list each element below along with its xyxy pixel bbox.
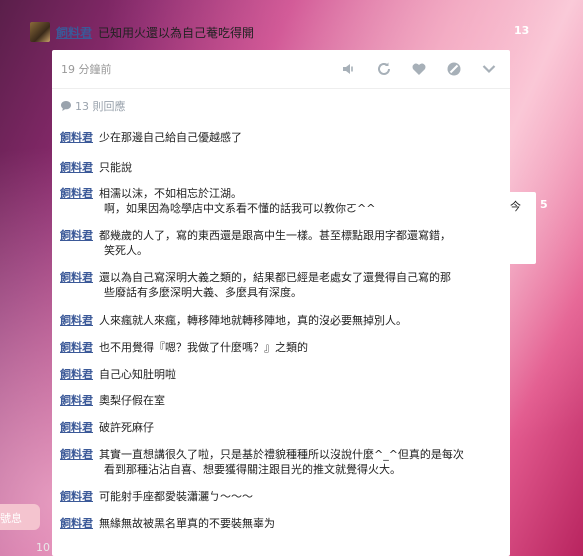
speech-bubble-icon bbox=[61, 101, 71, 111]
post-actions bbox=[323, 60, 498, 78]
comment-text: 其實一直想講很久了啦，只是基於禮貌種種所以沒說什麼^_^但真的是每次 bbox=[99, 448, 464, 461]
comment-text: 破許死麻仔 bbox=[99, 421, 154, 434]
comment-author[interactable]: 飼料君 bbox=[60, 314, 93, 327]
comment-author[interactable]: 飼料君 bbox=[60, 448, 93, 461]
post-timestamp: 19 分鐘前 bbox=[61, 63, 112, 76]
background-left-text: 號息 bbox=[0, 512, 22, 525]
comment-item: 飼料君 也不用覺得『嗯？我做了什麼嗎？』之類的 bbox=[60, 340, 308, 355]
speaker-mute-icon[interactable] bbox=[340, 60, 358, 78]
repost-icon[interactable] bbox=[375, 60, 393, 78]
reply-count-label: 13 則回應 bbox=[75, 100, 126, 113]
block-icon[interactable] bbox=[445, 60, 463, 78]
comment-item: 飼料君 無緣無故被黑名單真的不要裝無辜为 bbox=[60, 516, 275, 531]
comment-author[interactable]: 飼料君 bbox=[60, 394, 93, 407]
comment-author[interactable]: 飼料君 bbox=[60, 271, 93, 284]
comment-author[interactable]: 飼料君 bbox=[60, 517, 93, 530]
avatar[interactable] bbox=[30, 22, 50, 42]
background-bottom-count: 10 bbox=[36, 541, 50, 554]
comment-author[interactable]: 飼料君 bbox=[60, 421, 93, 434]
comment-text: 只能說 bbox=[99, 161, 132, 174]
background-reply-count: 5 bbox=[540, 198, 548, 211]
heart-icon[interactable] bbox=[410, 60, 428, 78]
comment-item: 飼料君 其實一直想講很久了啦，只是基於禮貌種種所以沒說什麼^_^但真的是每次 看到… bbox=[60, 447, 464, 477]
comment-text: 自己心知肚明啦 bbox=[99, 368, 176, 381]
comment-text: 相濡以沫，不如相忘於江湖。 bbox=[99, 187, 242, 200]
side-reply-count: 13 bbox=[514, 24, 530, 37]
comment-author[interactable]: 飼料君 bbox=[60, 187, 93, 200]
post-author[interactable]: 飼料君 bbox=[56, 24, 92, 41]
comment-item: 飼料君 相濡以沫，不如相忘於江湖。 啊，如果因為唸學店中文系看不懂的話我可以教你ㄛ… bbox=[60, 186, 375, 216]
post-text: 已知用火還以為自己菴吃得開 bbox=[98, 25, 255, 40]
comment-author[interactable]: 飼料君 bbox=[60, 131, 93, 144]
chevron-down-icon[interactable] bbox=[480, 60, 498, 78]
comment-text: 都幾歲的人了，寫的東西還是跟高中生一樣。甚至標點跟用字都還寫錯， bbox=[99, 229, 451, 242]
comment-item: 飼料君 奧梨仔假在室 bbox=[60, 393, 165, 408]
comment-author[interactable]: 飼料君 bbox=[60, 229, 93, 242]
comment-author[interactable]: 飼料君 bbox=[60, 490, 93, 503]
post-header: 飼料君 已知用火還以為自己菴吃得開 bbox=[30, 20, 254, 44]
comment-text: 可能射手座都愛裝瀟灑ㄅ～～～ bbox=[99, 490, 253, 503]
comment-item: 飼料君 只能說 bbox=[60, 160, 132, 175]
comment-item: 飼料君 破許死麻仔 bbox=[60, 420, 154, 435]
comment-text-line: 笑死人。 bbox=[104, 244, 148, 257]
reply-count[interactable]: 13 則回應 bbox=[60, 98, 126, 114]
comment-text: 人來瘋就人來瘋，轉移陣地就轉移陣地，真的沒必要無掉別人。 bbox=[99, 314, 407, 327]
background-post-text: 今 bbox=[510, 200, 521, 213]
comment-author[interactable]: 飼料君 bbox=[60, 161, 93, 174]
comment-item: 飼料君 自己心知肚明啦 bbox=[60, 367, 176, 382]
comment-item: 飼料君 還以為自己寫深明大義之類的，結果都已經是老處女了還覺得自己寫的那 些廢話有… bbox=[60, 270, 451, 300]
comment-item: 飼料君 人來瘋就人來瘋，轉移陣地就轉移陣地，真的沒必要無掉別人。 bbox=[60, 313, 407, 328]
comment-text: 少在那邊自己給自己優越感了 bbox=[99, 131, 242, 144]
comment-item: 飼料君 少在那邊自己給自己優越感了 bbox=[60, 130, 242, 145]
post-toolbar: 19 分鐘前 bbox=[52, 50, 510, 88]
divider bbox=[52, 88, 510, 89]
comment-item: 飼料君 都幾歲的人了，寫的東西還是跟高中生一樣。甚至標點跟用字都還寫錯， 笑死人。 bbox=[60, 228, 451, 258]
comment-item: 飼料君 可能射手座都愛裝瀟灑ㄅ～～～ bbox=[60, 489, 253, 504]
comment-author[interactable]: 飼料君 bbox=[60, 368, 93, 381]
post-detail-panel: 19 分鐘前 13 則回應 飼料君 少在那邊自己給自己優越感了 飼料君 只能說 … bbox=[52, 50, 510, 556]
comment-text-line: 看到那種沾沾自喜、想要獲得關注跟目光的推文就覺得火大。 bbox=[104, 463, 401, 476]
comment-text: 無緣無故被黑名單真的不要裝無辜为 bbox=[99, 517, 275, 530]
comment-text: 也不用覺得『嗯？我做了什麼嗎？』之類的 bbox=[99, 341, 308, 354]
comment-text: 還以為自己寫深明大義之類的，結果都已經是老處女了還覺得自己寫的那 bbox=[99, 271, 451, 284]
comment-author[interactable]: 飼料君 bbox=[60, 341, 93, 354]
comment-text-line: 啊，如果因為唸學店中文系看不懂的話我可以教你ㄛ^^ bbox=[104, 202, 376, 215]
comment-text: 奧梨仔假在室 bbox=[99, 394, 165, 407]
comment-text-line: 些廢話有多麼深明大義、多麼具有深度。 bbox=[104, 286, 302, 299]
